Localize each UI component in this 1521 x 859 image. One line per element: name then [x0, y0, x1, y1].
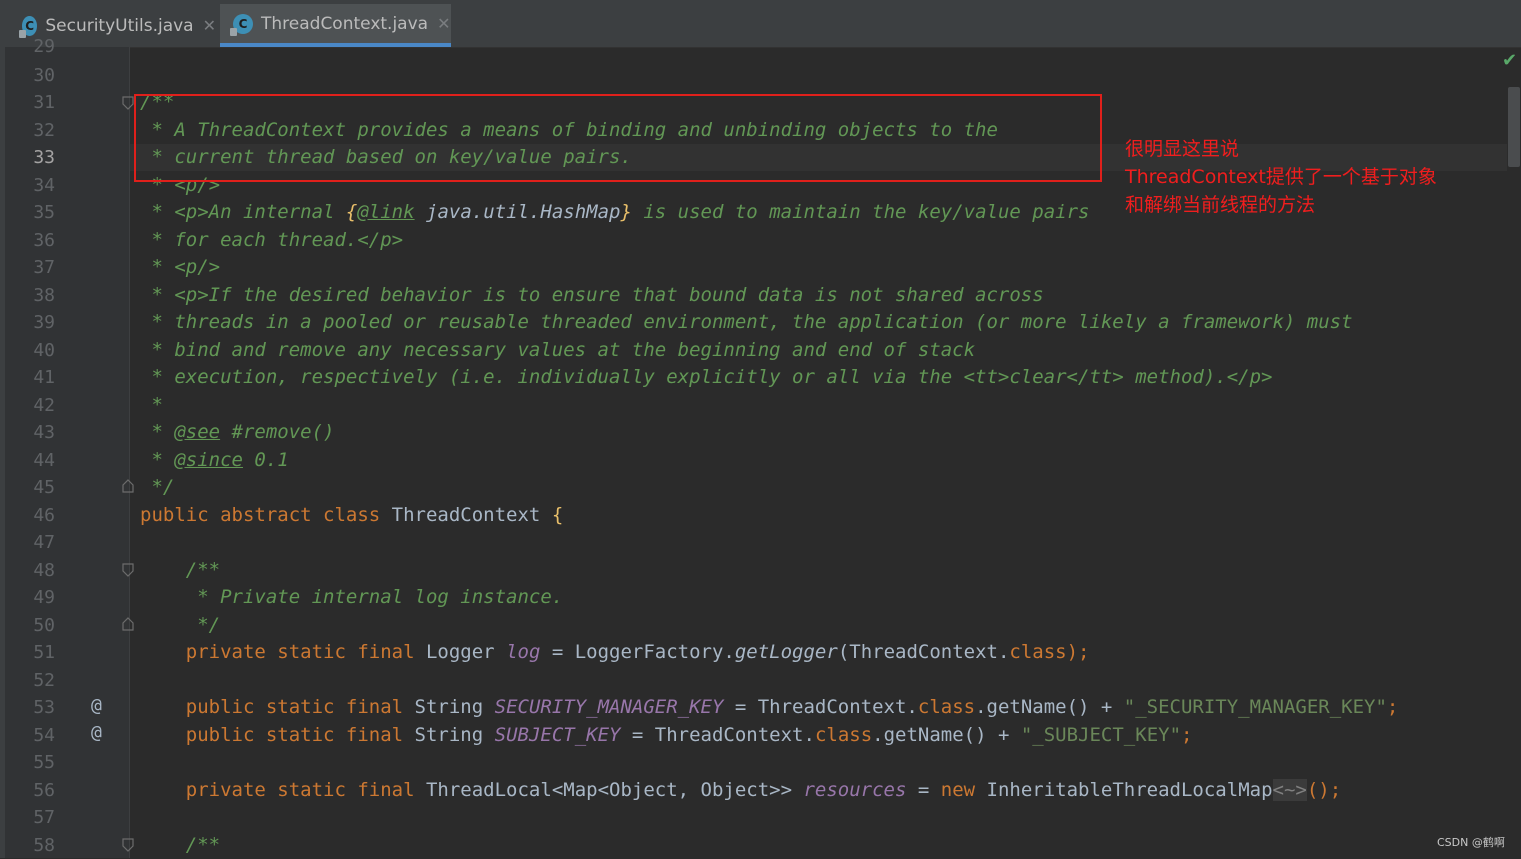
line-number: 42: [33, 395, 55, 416]
line-number: 35: [33, 202, 55, 223]
code-line: * @see #remove(): [140, 421, 335, 443]
line-number: 41: [33, 367, 55, 388]
code-line: * <p/>: [140, 256, 221, 278]
code-line: * Private internal log instance.: [140, 586, 564, 608]
line-number: 50: [33, 615, 55, 636]
code-line: private static final ThreadLocal<Map<Obj…: [140, 779, 1342, 801]
line-number: 48: [33, 560, 55, 581]
annotation-line: 很明显这里说: [1125, 138, 1240, 160]
line-number: 49: [33, 587, 55, 608]
line-number: 31: [33, 92, 55, 113]
code-line: public static final String SECURITY_MANA…: [140, 696, 1399, 718]
java-class-icon: C: [230, 13, 253, 36]
fold-end-icon[interactable]: [122, 617, 134, 631]
annotation-line: 和解绑当前线程的方法: [1125, 194, 1316, 216]
line-number: 30: [33, 65, 55, 86]
fold-collapse-icon[interactable]: [122, 96, 134, 110]
code-line: * execution, respectively (i.e. individu…: [140, 366, 1273, 388]
override-gutter-icon[interactable]: @: [91, 719, 102, 746]
fold-end-icon[interactable]: [122, 479, 134, 493]
annotation-line: ThreadContext提供了一个基于对象: [1125, 166, 1437, 188]
line-number: 54: [33, 725, 55, 746]
line-number: 34: [33, 175, 55, 196]
line-number: 47: [33, 532, 55, 553]
code-line: * threads in a pooled or reusable thread…: [140, 311, 1353, 333]
annotation-note: 很明显这里说 ThreadContext提供了一个基于对象 和解绑当前线程的方法: [1125, 135, 1437, 219]
code-line: * for each thread.</p>: [140, 229, 404, 251]
line-number: 57: [33, 807, 55, 828]
line-number: 55: [33, 752, 55, 773]
code-line: * <p>An internal {@link java.util.HashMa…: [140, 201, 1090, 223]
line-number: 52: [33, 670, 55, 691]
code-line: */: [140, 476, 175, 498]
code-line: /**: [140, 559, 221, 581]
watermark: CSDN @鹤啊: [1437, 836, 1505, 849]
code-line: */: [140, 614, 221, 636]
line-number: 40: [33, 340, 55, 361]
code-line: public abstract class ThreadContext {: [140, 504, 564, 526]
current-line-number: 33: [33, 147, 55, 168]
line-number: 53: [33, 697, 55, 718]
tab-label: ThreadContext.java: [261, 13, 429, 34]
line-number: 44: [33, 450, 55, 471]
line-number: 43: [33, 422, 55, 443]
line-number-gutter[interactable]: 29 30 31 32 33 34 35 36 37 38 39 40 41 4…: [5, 36, 130, 858]
fold-collapse-icon[interactable]: [122, 838, 134, 852]
code-line: private static final Logger log = Logger…: [140, 641, 1090, 663]
line-number: 56: [33, 780, 55, 801]
line-number: 46: [33, 505, 55, 526]
line-number: 39: [33, 312, 55, 333]
vertical-scrollbar[interactable]: [1508, 87, 1520, 167]
tab-thread-context[interactable]: C ThreadContext.java ✕: [220, 4, 451, 47]
line-number: 36: [33, 230, 55, 251]
fold-collapse-icon[interactable]: [122, 563, 134, 577]
line-number: 32: [33, 120, 55, 141]
line-number: 45: [33, 477, 55, 498]
close-icon[interactable]: ✕: [437, 14, 450, 33]
close-icon[interactable]: ✕: [203, 16, 216, 35]
line-number: 38: [33, 285, 55, 306]
inspection-ok-icon[interactable]: ✔: [1502, 50, 1517, 71]
editor-tab-bar: C SecurityUtils.java ✕ C ThreadContext.j…: [0, 0, 1521, 48]
code-line: * @since 0.1: [140, 449, 289, 471]
line-number: 58: [33, 835, 55, 856]
highlight-annotation-box: [134, 94, 1102, 182]
line-number: 37: [33, 257, 55, 278]
tab-label: SecurityUtils.java: [45, 15, 194, 36]
code-line: * <p>If the desired behavior is to ensur…: [140, 284, 1044, 306]
line-number: 51: [33, 642, 55, 663]
code-line: public static final String SUBJECT_KEY =…: [140, 724, 1193, 746]
code-line: /**: [140, 834, 221, 856]
line-number: 29: [33, 36, 55, 57]
code-line: *: [140, 394, 163, 416]
code-line: * bind and remove any necessary values a…: [140, 339, 976, 361]
override-gutter-icon[interactable]: @: [91, 692, 102, 719]
